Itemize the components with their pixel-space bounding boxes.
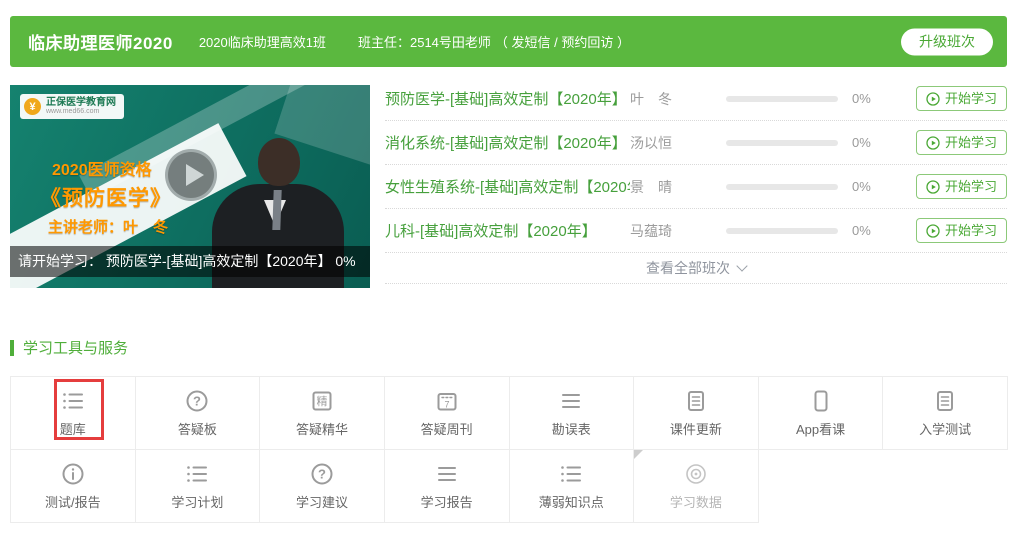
play-circle-icon [926, 136, 940, 150]
progress-percent: 0% [852, 179, 892, 194]
course-title-link[interactable]: 预防医学-[基础]高效定制【2020年】 [385, 88, 630, 109]
advisor-label: 班主任：2514号田老师 [358, 32, 491, 51]
info-circle-icon [60, 461, 86, 487]
chevron-down-icon [736, 260, 747, 271]
class-name: 2020临床助理高效1班 [199, 32, 326, 51]
course-row: 消化系统-[基础]高效定制【2020年】 汤以恒 0% 开始学习 [385, 121, 1007, 165]
tool-weak-points[interactable]: 薄弱知识点 [510, 450, 635, 523]
teacher-name: 叶 冬 [630, 89, 726, 109]
tools-grid: 题库 ? 答疑板 精 答疑精华 7 答疑周刊 勘误表 课件更新 App看课 入学… [10, 376, 1008, 523]
teacher-name: 马蕴琦 [630, 221, 726, 241]
course-title-link[interactable]: 女性生殖系统-[基础]高效定制【2020年】 [385, 176, 630, 197]
svg-text:?: ? [193, 394, 201, 409]
tool-qa-board[interactable]: ? 答疑板 [136, 377, 261, 450]
lines-icon [558, 388, 584, 414]
progress-percent: 0% [852, 223, 892, 238]
teacher-name: 汤以恒 [630, 133, 726, 153]
lines-icon [434, 461, 460, 487]
empty-cell [883, 450, 1008, 523]
tool-entrance-test[interactable]: 入学测试 [883, 377, 1008, 450]
play-circle-icon [926, 92, 940, 106]
play-circle-icon [926, 224, 940, 238]
essence-square-icon: 精 [309, 388, 335, 414]
empty-cell [759, 450, 884, 523]
title-accent-bar [10, 340, 14, 356]
tool-study-report[interactable]: 学习报告 [385, 450, 510, 523]
progress-bar [726, 184, 838, 190]
tools-section-title: 学习工具与服务 [10, 337, 128, 358]
svg-text:7: 7 [444, 400, 449, 410]
course-video-thumbnail[interactable]: ¥ 正保医学教育网 www.med66.com 2020医师资格 《预防医学》 … [10, 85, 370, 288]
list-icon [60, 388, 86, 414]
list-icon [184, 461, 210, 487]
teacher-name: 景 晴 [630, 177, 726, 197]
video-teacher-line: 主讲老师：叶 冬 [48, 216, 168, 237]
tool-study-advice[interactable]: ? 学习建议 [260, 450, 385, 523]
tool-errata[interactable]: 勘误表 [510, 377, 635, 450]
svg-text:?: ? [318, 467, 326, 482]
play-icon[interactable] [165, 149, 217, 201]
play-circle-icon [926, 180, 940, 194]
view-all-classes-button[interactable]: 查看全部班次 [385, 253, 1007, 284]
course-title-link[interactable]: 消化系统-[基础]高效定制【2020年】 [385, 132, 630, 153]
start-learning-button[interactable]: 开始学习 [916, 86, 1007, 111]
class-title: 临床助理医师2020 [28, 29, 173, 54]
course-title-link[interactable]: 儿科-[基础]高效定制【2020年】 [385, 220, 630, 241]
progress-bar [726, 228, 838, 234]
advisor-actions[interactable]: （ 发短信 / 预约回访 ） [495, 32, 630, 51]
course-row: 女性生殖系统-[基础]高效定制【2020年】 景 晴 0% 开始学习 [385, 165, 1007, 209]
start-learning-button[interactable]: 开始学习 [916, 218, 1007, 243]
phone-icon [808, 388, 834, 414]
progress-percent: 0% [852, 91, 892, 106]
course-list: 预防医学-[基础]高效定制【2020年】 叶 冬 0% 开始学习 消化系统-[基… [385, 77, 1007, 284]
list-icon [558, 461, 584, 487]
corner-triangle-marker [634, 450, 643, 459]
tool-study-plan[interactable]: 学习计划 [136, 450, 261, 523]
course-row: 预防医学-[基础]高效定制【2020年】 叶 冬 0% 开始学习 [385, 77, 1007, 121]
video-caption: 请开始学习： 预防医学-[基础]高效定制【2020年】 0% [10, 246, 370, 277]
progress-bar [726, 140, 838, 146]
calendar-icon: 7 [434, 388, 460, 414]
upgrade-class-button[interactable]: 升级班次 [901, 28, 993, 55]
course-row: 儿科-[基础]高效定制【2020年】 马蕴琦 0% 开始学习 [385, 209, 1007, 253]
progress-percent: 0% [852, 135, 892, 150]
document-icon [683, 388, 709, 414]
tool-qa-essence[interactable]: 精 答疑精华 [260, 377, 385, 450]
brand-url: www.med66.com [46, 108, 116, 116]
target-icon [683, 461, 709, 487]
document-icon [932, 388, 958, 414]
progress-bar [726, 96, 838, 102]
brand-name: 正保医学教育网 [46, 97, 116, 108]
tool-question-bank[interactable]: 题库 [11, 377, 136, 450]
start-learning-button[interactable]: 开始学习 [916, 174, 1007, 199]
tool-qa-weekly[interactable]: 7 答疑周刊 [385, 377, 510, 450]
tool-test-report[interactable]: 测试/报告 [11, 450, 136, 523]
tool-courseware-update[interactable]: 课件更新 [634, 377, 759, 450]
tool-study-data[interactable]: 学习数据 [634, 450, 759, 523]
video-title-line1: 2020医师资格 [52, 156, 152, 180]
question-circle-icon: ? [309, 461, 335, 487]
video-title-line2: 《预防医学》 [40, 182, 172, 212]
start-learning-button[interactable]: 开始学习 [916, 130, 1007, 155]
question-circle-icon: ? [184, 388, 210, 414]
svg-text:精: 精 [317, 395, 328, 408]
class-header: 临床助理医师2020 2020临床助理高效1班 班主任：2514号田老师 （ 发… [10, 16, 1007, 67]
tool-app-watch[interactable]: App看课 [759, 377, 884, 450]
brand-coin-icon: ¥ [24, 98, 41, 115]
brand-logo: ¥ 正保医学教育网 www.med66.com [20, 94, 124, 119]
